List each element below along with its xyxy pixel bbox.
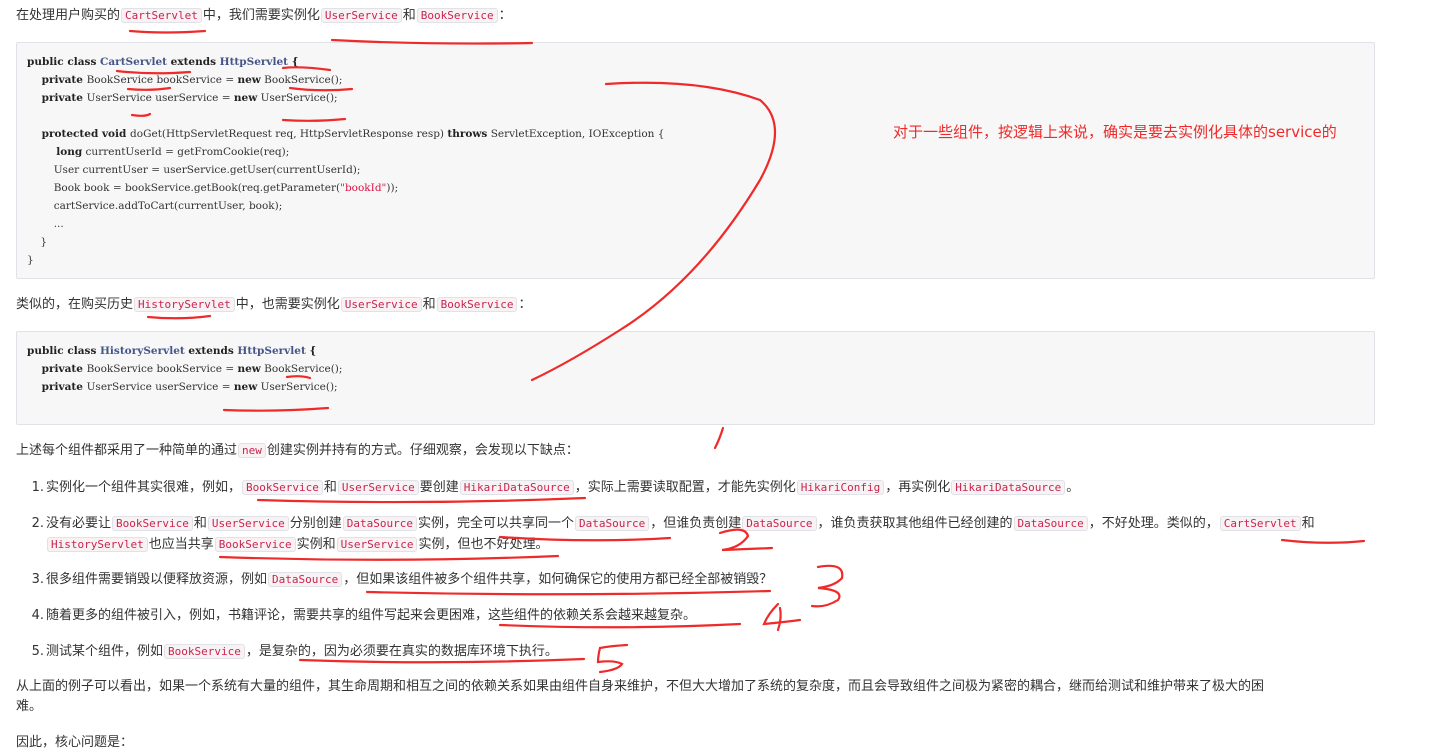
inline-code: DataSource	[575, 516, 650, 531]
history-paragraph: 类似的，在购买历史 HistoryServlet 中，也需要实例化 UserServi…	[16, 295, 532, 315]
underline-mark	[218, 554, 560, 561]
code-line: }	[27, 236, 48, 248]
code-line: private UserService userService = new Us…	[27, 381, 338, 393]
list-number: 2.	[31, 516, 44, 531]
inline-code: BookService	[436, 297, 518, 312]
text: ：	[498, 8, 512, 23]
handwritten-annotation: 对于一些组件，按逻辑上来说，确实是要去实例化具体的service的	[893, 123, 1337, 141]
list-number: 5.	[31, 644, 44, 659]
list-item: 2. 没有必要让 BookService 和 UserService 分别创建 DataSo…	[16, 513, 1315, 534]
code-line: }	[27, 254, 34, 266]
code-line: protected void doGet(HttpServletRequest …	[27, 128, 665, 140]
code-line: long currentUserId = getFromCookie(req);	[27, 146, 290, 158]
text: 在处理用户购买的	[16, 8, 121, 23]
digit-mark	[762, 602, 802, 626]
list-item: 1. 实例化一个组件其实很难，例如， BookService 和 UserService…	[16, 477, 1079, 498]
text: 上述每个组件都采用了一种简单的通过	[16, 443, 238, 458]
inline-code: UserService	[320, 8, 402, 23]
inline-code: new	[238, 443, 266, 458]
inline-code: HistoryServlet	[134, 297, 235, 312]
code-block-cart-servlet: public class CartServlet extends HttpSer…	[16, 42, 1375, 279]
underline-mark	[365, 589, 772, 596]
inline-code: BookService	[112, 516, 193, 531]
text: 创建实例并持有的方式。仔细观察，会发现以下缺点：	[266, 443, 579, 458]
text: 从上面的例子可以看出，如果一个系统有大量的组件，其生命周期和相互之间的依赖关系如…	[16, 679, 1265, 694]
underline-mark	[256, 496, 587, 504]
code-line: User currentUser = userService.getUser(c…	[27, 164, 361, 176]
code-line: ...	[27, 218, 64, 230]
list-item-continuation: HistoryServlet 也应当共享 BookService 实例和 UserSer…	[46, 534, 548, 555]
digit-mark	[596, 643, 629, 674]
inline-code: HistoryServlet	[47, 537, 148, 552]
code-line: Book book = bookService.getBook(req.getP…	[27, 182, 399, 194]
list-number: 3.	[31, 572, 44, 587]
inline-code: DataSource	[742, 516, 817, 531]
list-item: 4. 随着更多的组件被引入，例如，书籍评论，需要共享的组件写起来会更困难，这些组件…	[16, 605, 696, 626]
inline-code: BookService	[164, 644, 245, 659]
digit-mark	[810, 564, 844, 608]
inline-code: UserService	[337, 480, 419, 495]
digit-mark	[776, 606, 782, 632]
inline-code: DataSource	[1013, 516, 1088, 531]
underline-mark	[1280, 538, 1366, 544]
text: 中，我们需要实例化	[202, 8, 320, 23]
list-number: 4.	[31, 608, 44, 623]
list-number: 1.	[31, 480, 44, 495]
text: 类似的，在购买历史	[16, 297, 134, 312]
inline-code: CartServlet	[121, 8, 202, 23]
digit-mark	[713, 426, 725, 450]
list-item: 5. 测试某个组件，例如 BookService ，是复杂的，因为必须要在真实的数据库…	[16, 641, 558, 662]
inline-code: DataSource	[342, 516, 417, 531]
inline-code: BookService	[416, 8, 498, 23]
code-block-history-servlet: public class HistoryServlet extends Http…	[16, 331, 1375, 425]
text: 难。	[16, 699, 43, 714]
text: ：	[518, 297, 532, 312]
inline-code: BookService	[242, 480, 323, 495]
code-line: private UserService userService = new Us…	[27, 92, 338, 104]
code-line: public class HistoryServlet extends Http…	[27, 345, 317, 357]
inline-code: HikariDataSource	[459, 480, 574, 495]
underline-mark	[128, 29, 207, 34]
summary-paragraph: 上述每个组件都采用了一种简单的通过 new 创建实例并持有的方式。仔细观察，会发现以…	[16, 441, 579, 461]
text: 和	[422, 297, 436, 312]
underline-mark	[146, 314, 212, 320]
text: 中，也需要实例化	[235, 297, 340, 312]
code-line: private BookService bookService = new Bo…	[27, 74, 343, 86]
inline-code: DataSource	[268, 572, 343, 587]
code-line: public class CartServlet extends HttpSer…	[27, 56, 299, 68]
inline-code: UserService	[336, 537, 418, 552]
intro-paragraph: 在处理用户购买的 CartServlet 中，我们需要实例化 UserService 和…	[16, 6, 512, 26]
conclusion-paragraph: 从上面的例子可以看出，如果一个系统有大量的组件，其生命周期和相互之间的依赖关系如…	[16, 677, 1264, 717]
core-question-paragraph: 因此，核心问题是：	[16, 735, 134, 750]
code-line: private BookService bookService = new Bo…	[27, 363, 343, 375]
text: 和	[402, 8, 416, 23]
inline-code: BookService	[214, 537, 296, 552]
inline-code: UserService	[340, 297, 422, 312]
inline-code: CartServlet	[1219, 516, 1301, 531]
code-line: cartService.addToCart(currentUser, book)…	[27, 200, 283, 212]
list-item: 3. 很多组件需要销毁以便释放资源，例如 DataSource ，但如果该组件被多个组…	[16, 569, 772, 590]
inline-code: HikariConfig	[796, 480, 885, 495]
inline-code: HikariDataSource	[951, 480, 1066, 495]
inline-code: UserService	[207, 516, 289, 531]
